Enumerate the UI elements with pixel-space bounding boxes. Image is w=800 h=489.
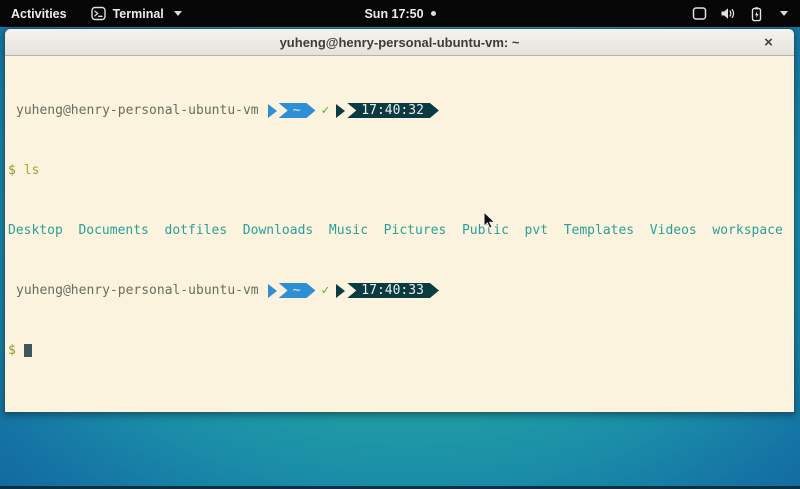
terminal-app-icon [91,6,106,21]
clock-label: Sun 17:50 [364,7,423,21]
app-menu-caret-icon [174,11,182,16]
prompt-user: yuheng@henry-personal-ubuntu-vm [8,283,268,298]
powerline-time-segment: 17:40:32 [347,103,439,118]
close-icon: × [764,35,773,50]
command-text: ls [24,163,40,178]
powerline-arrow-icon [268,284,277,298]
prompt-dollar: $ [8,343,16,358]
terminal-cursor [24,344,32,357]
powerline-path-segment: ~ [279,283,316,298]
checkmark-icon: ✓ [315,103,336,118]
powerline-arrow-icon [336,284,345,298]
volume-icon [720,6,736,21]
checkmark-icon: ✓ [315,283,336,298]
activities-button[interactable]: Activities [11,7,67,21]
notification-dot-icon [431,11,436,16]
command-line: $ ls [8,163,792,178]
prompt-line-1: yuheng@henry-personal-ubuntu-vm ~ ✓ 17:4… [8,103,792,118]
app-menu[interactable]: Terminal [91,6,182,21]
battery-icon [749,6,764,22]
mouse-cursor [483,211,496,235]
ls-output-line: Desktop Documents dotfiles Downloads Mus… [8,223,792,238]
prompt-user: yuheng@henry-personal-ubuntu-vm [8,103,268,118]
close-button[interactable]: × [759,33,778,52]
ls-output: Desktop Documents dotfiles Downloads Mus… [8,223,783,238]
prompt-line-2: yuheng@henry-personal-ubuntu-vm ~ ✓ 17:4… [8,283,792,298]
system-status-area[interactable] [692,0,800,27]
display-icon [692,6,707,21]
terminal-body[interactable]: yuheng@henry-personal-ubuntu-vm ~ ✓ 17:4… [5,56,794,412]
powerline-path-segment: ~ [279,103,316,118]
powerline-arrow-icon [336,104,345,118]
input-line: $ [8,343,792,358]
terminal-window: yuheng@henry-personal-ubuntu-vm: ~ × yuh… [4,28,795,413]
system-menu-caret-icon [780,11,788,16]
powerline-arrow-icon [268,104,277,118]
app-menu-label: Terminal [113,7,164,21]
powerline-time-segment: 17:40:33 [347,283,439,298]
top-bar: Activities Terminal Sun 17:50 [0,0,800,27]
prompt-dollar: $ [8,163,16,178]
window-title: yuheng@henry-personal-ubuntu-vm: ~ [280,35,520,50]
window-titlebar[interactable]: yuheng@henry-personal-ubuntu-vm: ~ × [5,29,794,56]
